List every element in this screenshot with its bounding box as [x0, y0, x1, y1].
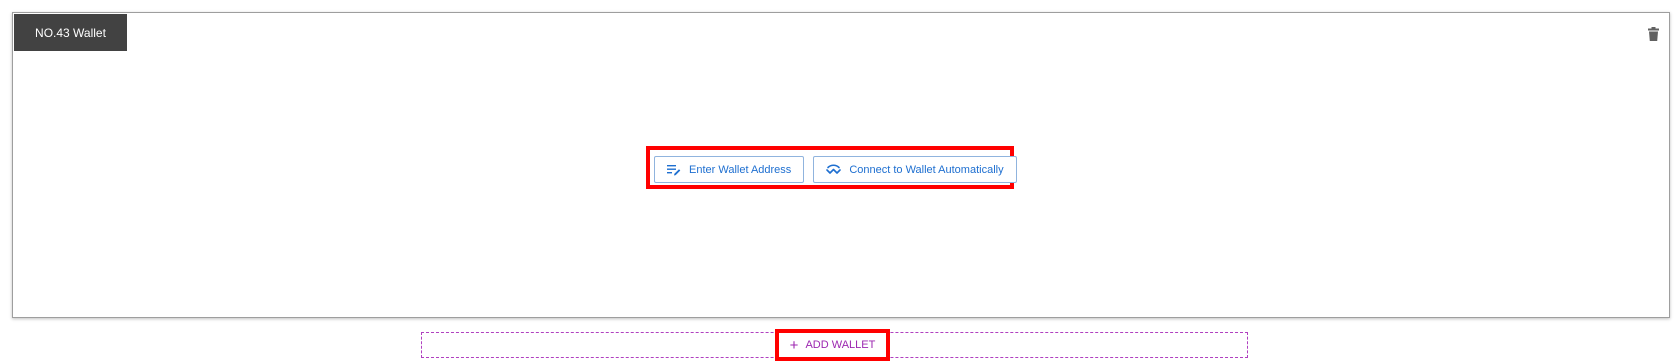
- walletconnect-icon: [826, 164, 842, 175]
- add-wallet-label: ADD WALLET: [805, 339, 876, 351]
- connect-wallet-automatically-button[interactable]: Connect to Wallet Automatically: [813, 156, 1017, 183]
- add-wallet-button[interactable]: + ADD WALLET: [779, 333, 886, 357]
- trash-icon: [1647, 27, 1659, 41]
- page: NO.43 Wallet Enter Wallet Address Connec…: [0, 0, 1677, 364]
- plus-icon: +: [789, 336, 799, 354]
- edit-list-icon: [667, 164, 681, 176]
- wallet-actions: Enter Wallet Address Connect to Wallet A…: [654, 156, 1017, 183]
- wallet-title-tab: NO.43 Wallet: [14, 14, 127, 51]
- enter-wallet-address-label: Enter Wallet Address: [689, 163, 792, 176]
- wallet-title: NO.43 Wallet: [35, 25, 106, 40]
- delete-wallet-button[interactable]: [1645, 25, 1661, 43]
- connect-wallet-automatically-label: Connect to Wallet Automatically: [849, 163, 1004, 176]
- enter-wallet-address-button[interactable]: Enter Wallet Address: [654, 156, 805, 183]
